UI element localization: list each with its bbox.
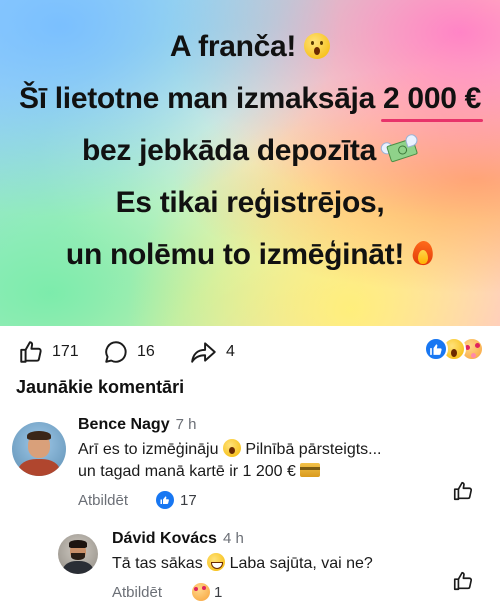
headline-text-2: Šī lietotne man izmaksāja — [18, 82, 375, 115]
avatar[interactable] — [12, 422, 66, 476]
like-reaction-icon — [156, 491, 175, 509]
headline-line-1: A franča! — [0, 30, 500, 64]
comment-text: Arī es to izmēģināju Pilnībā pārsteigts.… — [78, 439, 382, 480]
headline-text-1: A franča! — [169, 30, 297, 63]
headline-text-4: Es tikai reģistrējos, — [115, 186, 385, 219]
headline-line-4: Es tikai reģistrējos, — [0, 186, 500, 220]
reaction-count: 1 — [214, 583, 223, 601]
comment-count: 16 — [137, 343, 155, 360]
comment-bubble-icon — [105, 341, 127, 363]
share-count: 4 — [226, 343, 235, 360]
comment-meta: Atbildēt 17 — [78, 491, 382, 509]
love-reaction-icon — [192, 583, 211, 601]
like-button[interactable]: 171 — [18, 334, 79, 370]
like-count: 171 — [52, 343, 79, 360]
comment-text: Tā tas sākas Laba sajūta, vai ne? — [112, 553, 373, 572]
like-reaction-icon — [424, 337, 448, 361]
fire-icon — [412, 239, 434, 267]
headline-line-5: un nolēmu to izmēģināt! — [0, 238, 500, 272]
comment-author-line: Dávid Kovács 4 h — [112, 530, 373, 548]
reaction-summary[interactable] — [424, 337, 484, 361]
promo-banner: A franča! Šī lietotne man izmaksāja 2 00… — [0, 0, 500, 326]
comment-content: Bence Nagy 7 h Arī es to izmēģināju Pilnī… — [78, 416, 382, 509]
comment-timestamp: 4 h — [222, 530, 244, 547]
latest-comments-heading: Jaunākie komentāri — [16, 377, 185, 397]
comment-timestamp: 7 h — [175, 416, 197, 433]
headline-line-2: Šī lietotne man izmaksāja 2 000 € — [0, 82, 500, 122]
money-with-wings-icon — [379, 132, 421, 166]
astonished-face-icon — [304, 33, 331, 59]
comment-button[interactable]: 16 — [103, 334, 155, 370]
astonished-face-icon — [222, 439, 241, 457]
reply-link[interactable]: Atbildēt — [112, 584, 162, 601]
comment-meta: Atbildēt 1 — [112, 583, 373, 601]
reply-link[interactable]: Atbildēt — [78, 492, 128, 509]
headline-text-5: un nolēmu to izmēģināt! — [65, 238, 405, 271]
comment-content: Dávid Kovács 4 h Tā tas sākas Laba sajūta… — [112, 530, 373, 601]
grinning-face-icon — [207, 553, 226, 571]
comment-author[interactable]: Bence Nagy — [78, 416, 170, 433]
comment-author[interactable]: Dávid Kovács — [112, 530, 217, 547]
thumbs-up-icon[interactable] — [452, 570, 474, 592]
credit-card-icon — [300, 463, 321, 477]
thumbs-up-icon[interactable] — [452, 480, 474, 502]
headline-text-3: bez jebkāda depozīta — [81, 134, 377, 167]
reaction-count: 17 — [180, 491, 197, 509]
headline-amount: 2 000 € — [381, 82, 484, 122]
thumbs-up-icon — [20, 341, 42, 363]
headline-line-3: bez jebkāda depozīta — [0, 132, 500, 168]
share-button[interactable]: 4 — [190, 334, 235, 370]
comment-author-line: Bence Nagy 7 h — [78, 416, 382, 434]
avatar[interactable] — [58, 534, 98, 574]
share-arrow-icon — [191, 342, 216, 363]
